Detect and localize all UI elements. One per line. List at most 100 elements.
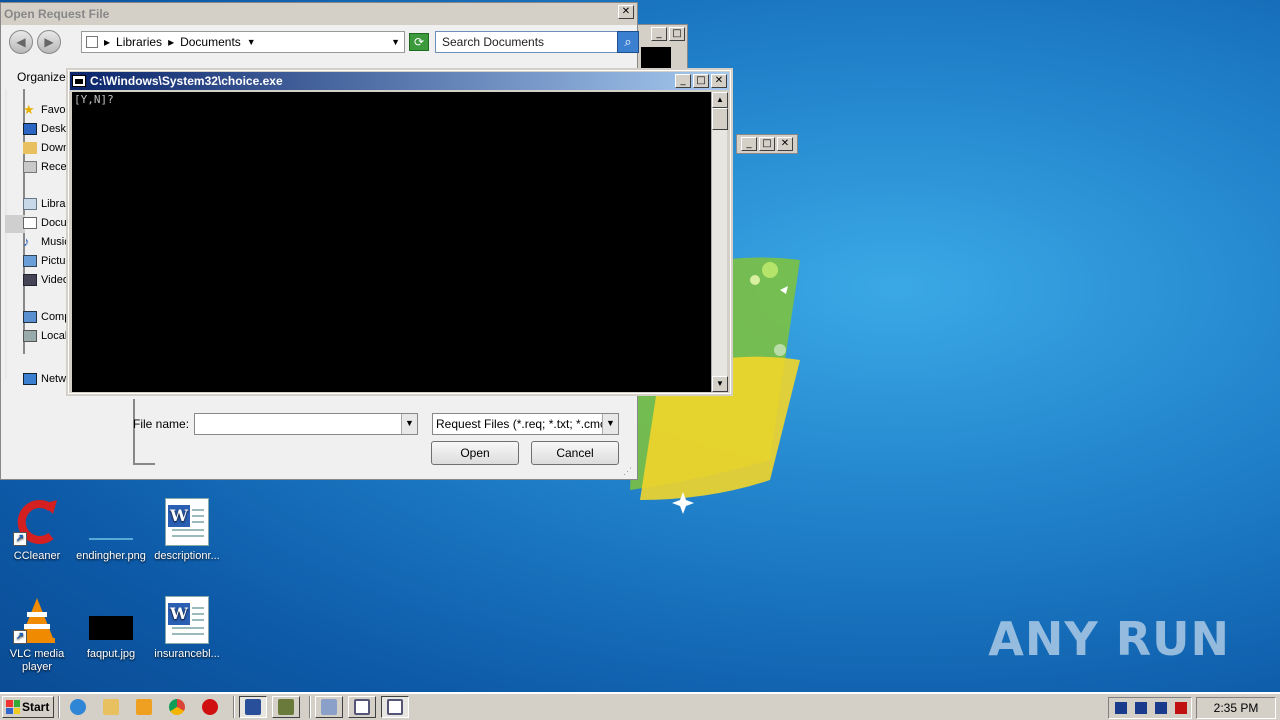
taskbar-chrome[interactable] [163,696,191,718]
app-icon [278,699,294,715]
filename-label: File name: [133,417,190,431]
scroll-up-icon[interactable]: ▲ [712,92,728,108]
desktop-icon-endingher[interactable]: endingher.png [74,498,148,563]
desktop-icon-faqput[interactable]: faqput.jpg [74,596,148,661]
network-icon [23,372,37,385]
taskbar-window-1[interactable] [348,696,376,718]
star-icon: ★ [23,101,35,117]
cancel-button[interactable]: Cancel [531,441,619,465]
nav-item-documents[interactable]: Documents [23,213,69,232]
desktop-icon-label: VLC media player [9,648,65,673]
background-window-caption[interactable]: _ □ ✕ [736,134,798,154]
taskbar-separator [233,696,235,718]
nav-selected-highlight [5,215,25,233]
desktop-icon-label: endingher.png [76,550,146,562]
dialog-title: Open Request File [4,7,110,21]
console-scrollbar[interactable]: ▲ ▼ [711,92,728,392]
nav-item-favorites[interactable]: ★Favorites [23,100,69,119]
vlc-icon: ↗ [13,596,61,644]
minimize-button[interactable]: _ [675,74,691,88]
chevron-down-icon[interactable]: ▼ [602,414,618,434]
desktop-icon-insurance[interactable]: W insurancebl... [150,596,224,661]
nav-item-desktop[interactable]: Desktop [23,119,69,138]
taskbar-app[interactable] [272,696,300,718]
taskbar-explorer[interactable] [97,696,125,718]
scroll-thumb[interactable] [712,108,728,130]
search-icon[interactable]: ⌕ [617,31,639,53]
breadcrumb-dropdown-icon[interactable]: ▼ [247,37,256,47]
volume-icon[interactable] [1135,702,1147,714]
nav-item-music[interactable]: ♪ Music [23,232,69,251]
close-button[interactable]: ✕ [618,5,634,19]
breadcrumb-separator-icon: ▸ [168,35,175,49]
downloads-icon [23,141,37,154]
chrome-icon [169,699,185,715]
search-input[interactable]: Search Documents [435,31,619,53]
folder-icon [86,36,98,48]
console-preview [641,47,671,69]
nav-item-pictures[interactable]: Pictures [23,251,69,270]
refresh-button[interactable]: ⟳ [409,33,429,51]
taskbar-window-2[interactable] [381,696,409,718]
nav-item-libraries[interactable]: Libraries [23,194,69,213]
scroll-down-icon[interactable]: ▼ [712,376,728,392]
tray-app-icon[interactable] [1115,702,1127,714]
desktop-icon-description[interactable]: W descriptionr... [150,498,224,563]
taskbar-opera[interactable] [196,696,224,718]
taskbar-notepad[interactable] [239,696,267,718]
breadcrumb-libraries[interactable]: Libraries [116,35,162,49]
word-doc-icon: W [163,596,211,644]
network-icon[interactable] [1155,702,1167,714]
background-window[interactable]: _ □ [636,24,688,70]
maximize-button[interactable]: □ [759,137,775,151]
open-button[interactable]: Open [431,441,519,465]
filename-input[interactable]: ▼ [194,413,418,435]
address-dropdown-icon[interactable]: ▼ [391,37,400,47]
desktop-icon-vlc[interactable]: ↗ VLC media player [0,596,74,674]
flag-icon[interactable] [1175,702,1187,714]
desktop-icon-ccleaner[interactable]: ↗ CCleaner [0,498,74,563]
disk-icon [23,329,37,342]
nav-item-downloads[interactable]: Downloads [23,138,69,157]
desktop-icon [23,122,37,135]
word-doc-icon: W [163,498,211,546]
minimize-button[interactable]: _ [741,137,757,151]
taskbar-cmd[interactable] [315,696,343,718]
address-bar[interactable]: ▸ Libraries ▸ Documents ▼ ▼ [81,31,405,53]
nav-item-local-disk[interactable]: Local Disk [23,326,69,345]
console-titlebar[interactable]: C:\Windows\System32\choice.exe [70,72,729,90]
back-button[interactable]: ◀ [9,30,33,54]
console-output[interactable]: [Y,N]? [72,92,715,392]
maximize-button[interactable]: □ [693,74,709,88]
chevron-down-icon[interactable]: ▼ [401,414,417,434]
anyrun-watermark: ANY RUN [988,612,1230,666]
breadcrumb-documents[interactable]: Documents [180,35,241,49]
resize-grip-icon[interactable]: ⋰ [623,465,635,477]
desktop-icon-label: descriptionr... [154,550,220,562]
start-button[interactable]: Start [2,696,54,718]
window-icon [387,699,403,715]
forward-button[interactable]: ▶ [37,30,61,54]
start-label: Start [22,700,50,714]
explorer-icon [103,699,119,715]
taskbar-ie[interactable] [64,696,92,718]
close-button[interactable]: ✕ [777,137,793,151]
desktop-icon-label: insurancebl... [154,648,220,660]
filetype-select[interactable]: Request Files (*.req; *.txt; *.cmc ▼ [432,413,619,435]
console-window[interactable]: C:\Windows\System32\choice.exe _ □ ✕ [Y,… [66,68,733,396]
desktop-icon-label: CCleaner [13,550,61,562]
nav-item-videos[interactable]: Videos [23,270,69,289]
organize-button[interactable]: Organize [17,70,66,84]
clock[interactable]: 2:35 PM [1196,697,1276,719]
nav-item-computer[interactable]: Computer [23,307,69,326]
image-file-icon [87,498,135,546]
minimize-button[interactable]: _ [651,27,667,41]
nav-item-network[interactable]: Network [23,369,69,388]
close-button[interactable]: ✕ [711,74,727,88]
breadcrumb-separator-icon: ▸ [104,35,111,49]
console-title: C:\Windows\System32\choice.exe [90,74,283,88]
dialog-titlebar[interactable]: Open Request File [1,3,637,25]
taskbar-media-player[interactable] [130,696,158,718]
nav-item-recent[interactable]: Recent Places [23,157,69,176]
maximize-button[interactable]: □ [669,27,685,41]
